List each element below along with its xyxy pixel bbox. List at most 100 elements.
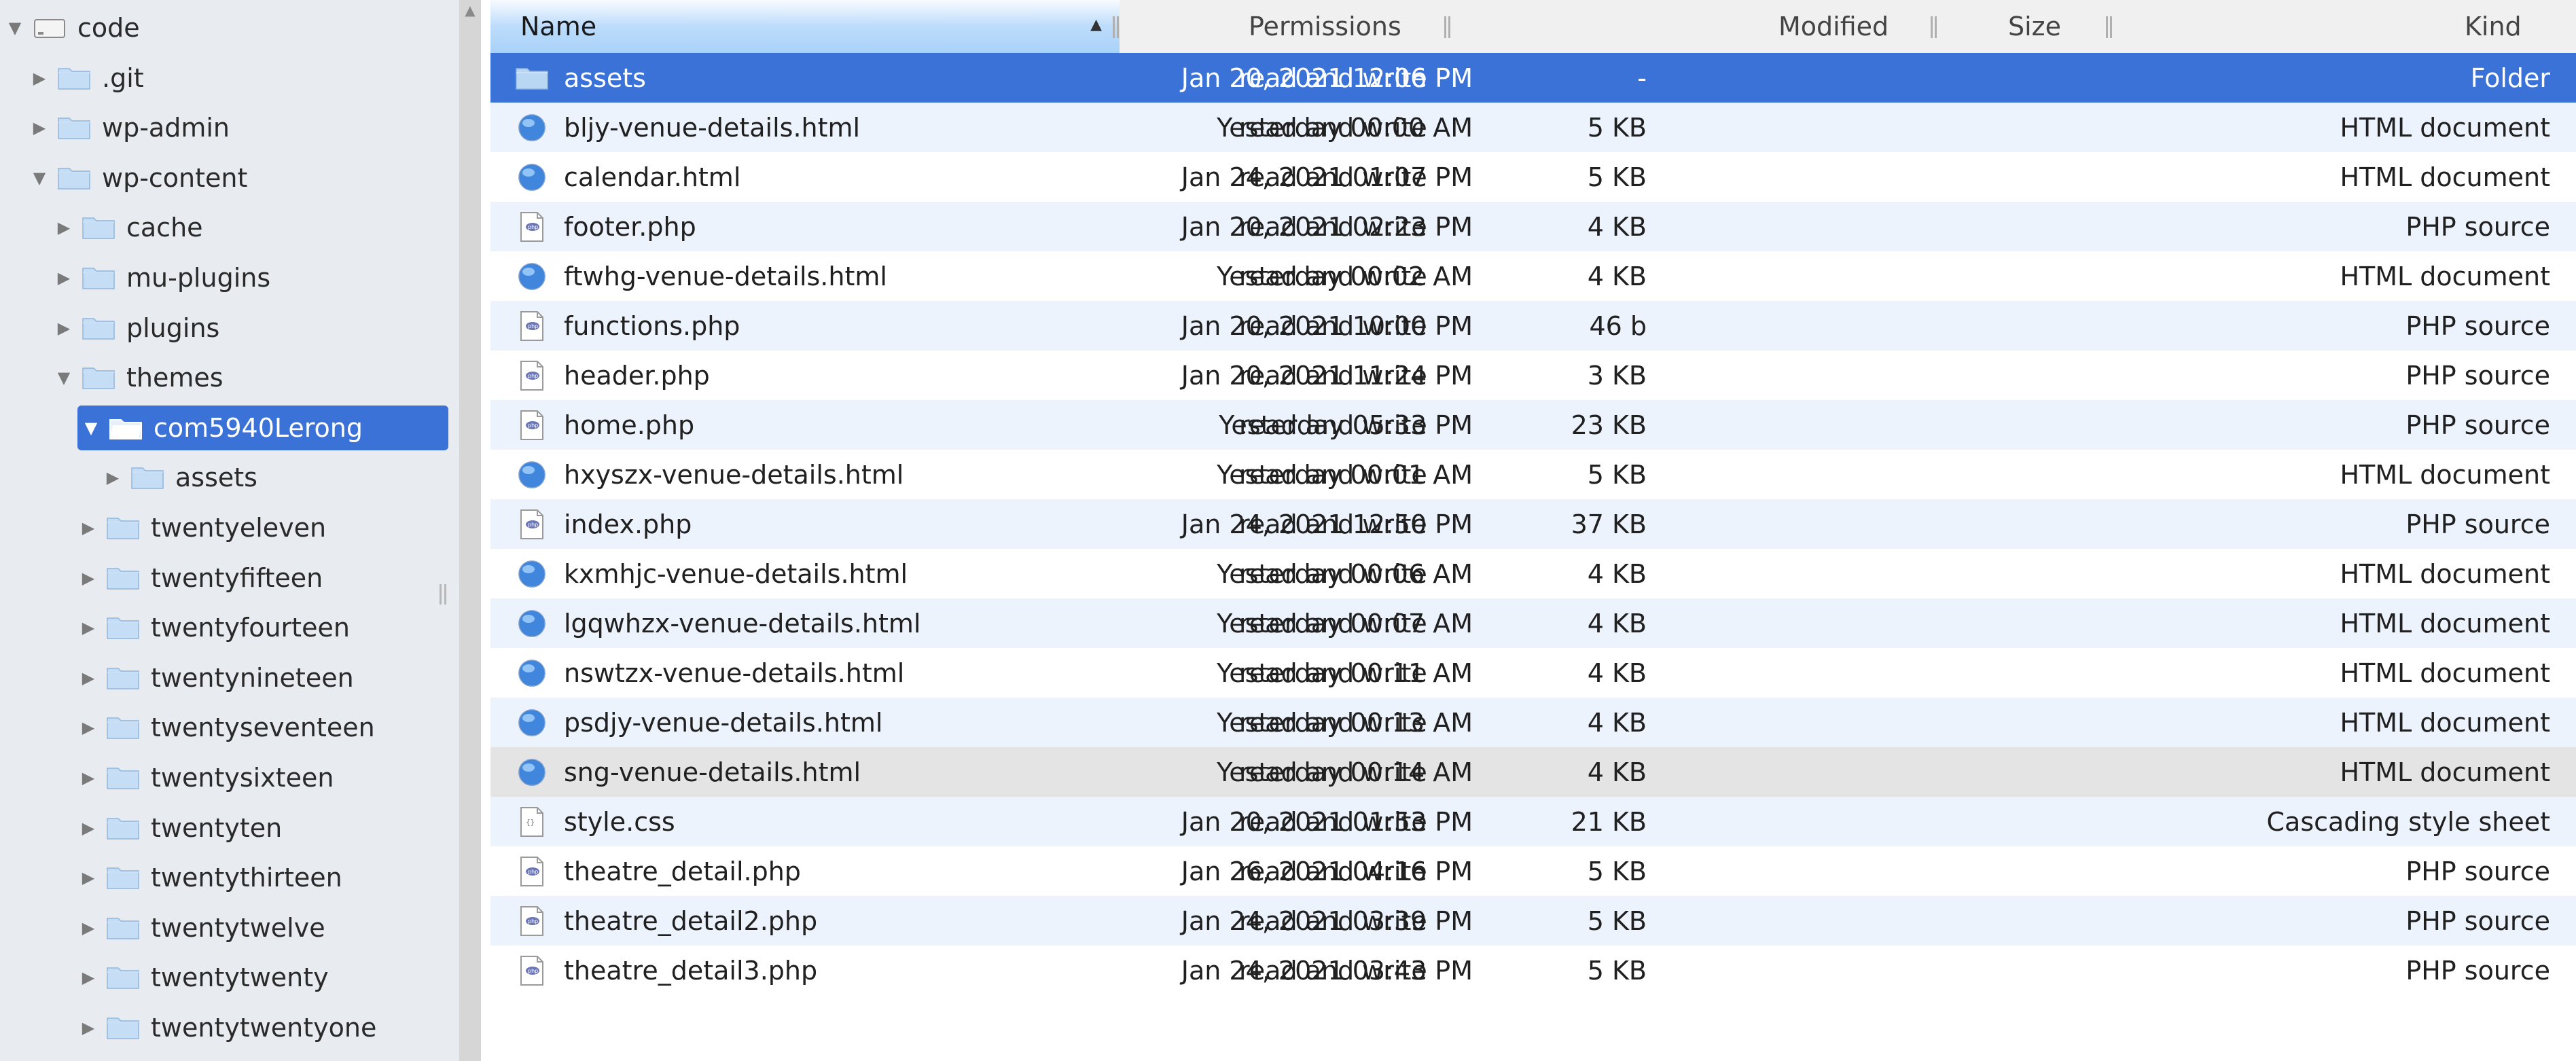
sidebar-item-twentyseventeen[interactable]: ▶ twentyseventeen xyxy=(0,705,459,750)
disclosure-expanded-icon[interactable]: ▼ xyxy=(50,364,77,391)
disclosure-expanded-icon[interactable]: ▼ xyxy=(77,414,105,442)
file-kind: PHP source xyxy=(2405,211,2550,242)
disclosure-collapsed-icon[interactable]: ▶ xyxy=(75,564,102,592)
file-size: 5 KB xyxy=(1587,459,1647,490)
file-kind: HTML document xyxy=(2340,162,2550,192)
column-resize-handle[interactable] xyxy=(1931,16,1937,38)
table-row[interactable]: php footer.php read and write Jan 20, 2021 … xyxy=(490,202,2576,251)
sidebar-item-twentysixteen[interactable]: ▶ twentysixteen xyxy=(0,755,459,800)
table-row[interactable]: {} style.css read and write Jan 20, 2021 01… xyxy=(490,797,2576,846)
disclosure-collapsed-icon[interactable]: ▶ xyxy=(75,514,102,541)
column-header-modified[interactable]: Modified xyxy=(1778,0,1889,53)
sidebar-item-git[interactable]: ▶ .git xyxy=(0,56,459,101)
sidebar-item-twentythirteen[interactable]: ▶ twentythirteen xyxy=(0,855,459,900)
column-header-permissions[interactable]: Permissions xyxy=(1249,0,1401,53)
disclosure-collapsed-icon[interactable]: ▶ xyxy=(75,964,102,991)
folder-icon xyxy=(106,914,140,941)
sidebar-item-twentyfifteen[interactable]: ▶ twentyfifteen xyxy=(0,556,459,600)
disclosure-collapsed-icon[interactable]: ▶ xyxy=(75,764,102,791)
table-row[interactable]: sng-venue-details.html read and write Yest… xyxy=(490,747,2576,797)
sidebar-item-wp-admin[interactable]: ▶ wp-admin xyxy=(0,105,459,150)
scroll-up-arrow-icon[interactable]: ▲ xyxy=(459,0,481,20)
svg-text:php: php xyxy=(528,373,538,379)
file-kind: PHP source xyxy=(2405,856,2550,886)
disclosure-expanded-icon[interactable]: ▼ xyxy=(1,14,29,41)
table-row[interactable]: calendar.html read and write Jan 24, 2021 … xyxy=(490,152,2576,202)
file-kind: HTML document xyxy=(2340,658,2550,688)
disclosure-collapsed-icon[interactable]: ▶ xyxy=(75,714,102,741)
disclosure-collapsed-icon[interactable]: ▶ xyxy=(75,814,102,842)
folder-icon xyxy=(57,114,91,141)
sidebar-item-mu-plugins[interactable]: ▶ mu-plugins xyxy=(0,255,459,300)
sidebar-item-twentytwelve[interactable]: ▶ twentytwelve xyxy=(0,905,459,950)
disclosure-collapsed-icon[interactable]: ▶ xyxy=(99,464,126,491)
column-resize-handle[interactable] xyxy=(1444,16,1451,38)
sidebar-item-code[interactable]: ▼ code xyxy=(0,5,459,50)
disclosure-collapsed-icon[interactable]: ▶ xyxy=(75,614,102,641)
svg-text:{}: {} xyxy=(526,818,535,827)
column-header-kind[interactable]: Kind xyxy=(2465,0,2522,53)
sidebar-item-com5940lerong[interactable]: ▼ com5940Lerong xyxy=(77,405,448,450)
disclosure-collapsed-icon[interactable]: ▶ xyxy=(50,214,77,241)
sidebar-item-cache[interactable]: ▶ cache xyxy=(0,205,459,250)
sidebar-item-twentyeleven[interactable]: ▶ twentyeleven xyxy=(0,505,459,550)
file-name: header.php xyxy=(564,360,710,391)
disclosure-collapsed-icon[interactable]: ▶ xyxy=(75,864,102,891)
table-row[interactable]: ftwhg-venue-details.html read and write Ye… xyxy=(490,251,2576,301)
table-row[interactable]: php header.php read and write Jan 20, 2021 … xyxy=(490,350,2576,400)
table-row[interactable]: hxyszx-venue-details.html read and write Y… xyxy=(490,450,2576,499)
file-name: functions.php xyxy=(564,310,740,341)
table-row[interactable]: bljy-venue-details.html read and write Yes… xyxy=(490,103,2576,152)
column-header-size[interactable]: Size xyxy=(2008,0,2061,53)
file-modified: Jan 20, 2021 12:06 PM xyxy=(1181,62,1473,93)
sidebar-item-twentyten[interactable]: ▶ twentyten xyxy=(0,806,459,850)
disclosure-collapsed-icon[interactable]: ▶ xyxy=(26,65,53,92)
file-modified: Yesterday 00:06 AM xyxy=(1217,558,1473,589)
table-row[interactable]: psdjy-venue-details.html read and write Ye… xyxy=(490,698,2576,747)
column-header-name[interactable]: Name ▲ xyxy=(490,0,1120,53)
file-kind: PHP source xyxy=(2405,509,2550,539)
disclosure-expanded-icon[interactable]: ▼ xyxy=(26,164,53,192)
sidebar-item-label: twentynineteen xyxy=(151,662,354,693)
folder-open-icon xyxy=(109,414,143,442)
folder-icon xyxy=(82,314,115,342)
sidebar-item-assets[interactable]: ▶ assets xyxy=(0,455,459,500)
table-row[interactable]: nswtzx-venue-details.html read and write Y… xyxy=(490,648,2576,698)
sidebar-item-label: code xyxy=(77,13,140,43)
sidebar-item-twentytwenty[interactable]: ▶ twentytwenty xyxy=(0,955,459,1000)
table-row[interactable]: assets read and write Jan 20, 2021 12:06 P… xyxy=(490,53,2576,103)
svg-text:php: php xyxy=(528,968,538,974)
table-row[interactable]: php theatre_detail.php read and write Jan 2… xyxy=(490,846,2576,896)
folder-icon xyxy=(106,614,140,641)
html-globe-icon xyxy=(515,251,549,301)
table-row[interactable]: php home.php read and write Yesterday 05:33… xyxy=(490,400,2576,450)
table-row[interactable]: php theatre_detail3.php read and write Jan … xyxy=(490,946,2576,995)
sidebar-scrollbar[interactable] xyxy=(459,0,481,1061)
column-resize-handle[interactable] xyxy=(2106,16,2113,38)
file-modified: Yesterday 00:07 AM xyxy=(1217,608,1473,639)
folder-icon xyxy=(106,814,140,842)
disclosure-collapsed-icon[interactable]: ▶ xyxy=(75,914,102,941)
file-kind: HTML document xyxy=(2340,558,2550,589)
file-modified: Jan 24, 2021 01:07 PM xyxy=(1181,162,1473,192)
sidebar-item-wp-content[interactable]: ▼ wp-content xyxy=(0,156,459,200)
file-modified: Yesterday 00:00 AM xyxy=(1217,112,1473,143)
disclosure-collapsed-icon[interactable]: ▶ xyxy=(50,314,77,342)
sidebar-item-twentynineteen[interactable]: ▶ twentynineteen xyxy=(0,655,459,700)
sidebar-item-twentytwentyone[interactable]: ▶ twentytwentyone xyxy=(0,1005,459,1050)
sidebar-item-twentyfourteen[interactable]: ▶ twentyfourteen xyxy=(0,605,459,650)
table-row[interactable]: php theatre_detail2.php read and write Jan … xyxy=(490,896,2576,946)
sidebar-item-themes[interactable]: ▼ themes xyxy=(0,355,459,400)
disclosure-collapsed-icon[interactable]: ▶ xyxy=(50,264,77,291)
table-row[interactable]: lgqwhzx-venue-details.html read and write… xyxy=(490,598,2576,648)
sidebar-item-plugins[interactable]: ▶ plugins xyxy=(0,306,459,350)
column-resize-handle[interactable] xyxy=(1113,16,1120,38)
file-name: home.php xyxy=(564,410,695,440)
table-row[interactable]: php index.php read and write Jan 24, 2021 1… xyxy=(490,499,2576,549)
disclosure-collapsed-icon[interactable]: ▶ xyxy=(75,1014,102,1041)
sidebar-resize-handle[interactable] xyxy=(437,584,448,605)
disclosure-collapsed-icon[interactable]: ▶ xyxy=(26,114,53,141)
table-row[interactable]: php functions.php read and write Jan 20, 20… xyxy=(490,301,2576,350)
table-row[interactable]: kxmhjc-venue-details.html read and write Y… xyxy=(490,549,2576,598)
disclosure-collapsed-icon[interactable]: ▶ xyxy=(75,664,102,691)
